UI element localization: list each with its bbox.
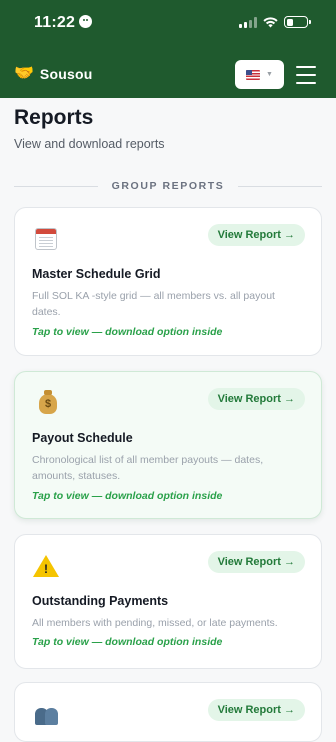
view-report-button[interactable]: View Report →: [207, 699, 305, 721]
handshake-icon: 🤝: [14, 65, 34, 82]
calendar-icon: [35, 228, 57, 250]
card-title: Master Schedule Grid: [32, 267, 161, 281]
us-flag-icon: [246, 69, 261, 80]
card-title: Payout Schedule: [32, 431, 133, 445]
view-report-button[interactable]: View Report →: [207, 551, 305, 573]
card-description: All members with pending, missed, or lat…: [32, 617, 278, 629]
status-bar: 11:22: [0, 0, 336, 52]
card-hint: Tap to view — download option inside: [32, 636, 223, 648]
chevron-down-icon: ▼: [266, 71, 273, 78]
card-title: Outstanding Payments: [32, 594, 169, 608]
card-description: Chronological list of all member payouts…: [32, 454, 264, 482]
page-subtitle: View and download reports: [14, 137, 165, 151]
report-card-payout-schedule[interactable]: $ View Report → Payout Schedule Chronolo…: [14, 371, 322, 519]
card-hint: Tap to view — download option inside: [32, 326, 223, 338]
cellular-signal-icon: [239, 16, 257, 28]
view-report-button[interactable]: View Report →: [207, 224, 305, 246]
report-card-outstanding-payments[interactable]: ! View Report → Outstanding Payments All…: [14, 534, 322, 669]
view-report-button[interactable]: View Report →: [207, 388, 305, 410]
hamburger-menu-icon[interactable]: [296, 66, 316, 84]
brand-name: Sousou: [39, 66, 93, 82]
status-indicators: [239, 16, 311, 28]
brand-logo[interactable]: 🤝 Sousou: [14, 65, 93, 83]
card-hint: Tap to view — download option inside: [32, 490, 223, 502]
card-description: Full SOL KA -style grid — all members vs…: [32, 290, 275, 318]
wifi-icon: [263, 16, 278, 27]
report-card-master-schedule[interactable]: View Report → Master Schedule Grid Full …: [14, 207, 322, 356]
status-time: 11:22: [34, 14, 93, 32]
report-card-members[interactable]: View Report →: [14, 682, 322, 742]
warning-mark: !: [44, 562, 48, 576]
page-title: Reports: [14, 106, 94, 129]
section-divider: GROUP REPORTS: [14, 178, 323, 194]
section-label: GROUP REPORTS: [111, 180, 225, 192]
battery-icon: [284, 16, 311, 28]
money-bag-icon: $: [39, 390, 57, 414]
members-icon: [35, 705, 63, 725]
language-selector[interactable]: ▼: [235, 60, 284, 89]
focus-mode-icon: [79, 15, 93, 28]
app-header: 🤝 Sousou ▼: [0, 52, 336, 98]
status-time-text: 11:22: [34, 14, 76, 31]
